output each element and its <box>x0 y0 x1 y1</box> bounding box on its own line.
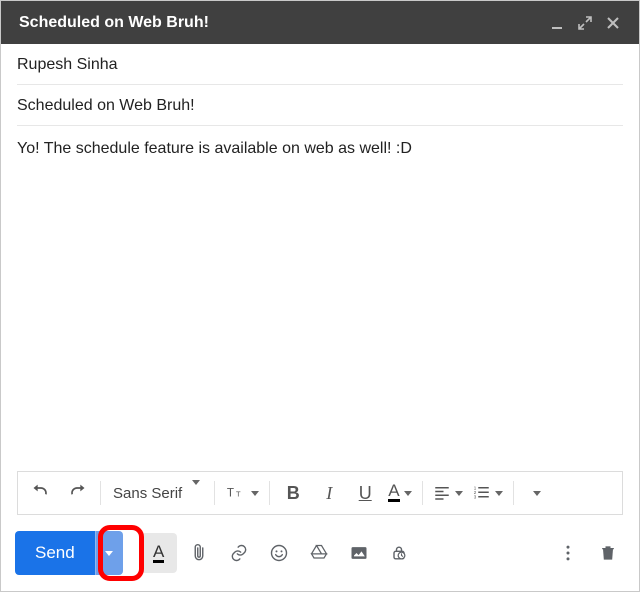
expand-button[interactable] <box>571 9 599 37</box>
separator <box>422 481 423 505</box>
font-family-label: Sans Serif <box>113 485 182 502</box>
header-fields: Rupesh Sinha Scheduled on Web Bruh! <box>1 44 639 126</box>
more-options-button[interactable] <box>551 533 585 573</box>
underline-button[interactable]: U <box>348 475 382 511</box>
chevron-down-icon <box>105 551 113 556</box>
text-color-picker[interactable]: A <box>384 475 415 511</box>
compose-action-icons: A <box>141 533 417 573</box>
send-options-button[interactable] <box>95 531 123 575</box>
list-picker[interactable]: 123 <box>469 475 507 511</box>
text-format-toggle[interactable]: A <box>141 533 177 573</box>
window-title: Scheduled on Web Bruh! <box>19 14 543 32</box>
undo-button[interactable] <box>24 475 58 511</box>
svg-text:T: T <box>227 486 234 499</box>
send-button[interactable]: Send <box>15 531 95 575</box>
separator <box>100 481 101 505</box>
svg-text:3: 3 <box>473 494 476 499</box>
separator <box>269 481 270 505</box>
more-formatting-button[interactable] <box>520 475 554 511</box>
italic-button[interactable]: I <box>312 475 346 511</box>
chevron-down-icon <box>455 491 463 496</box>
send-button-group: Send <box>15 531 123 575</box>
insert-drive-button[interactable] <box>301 533 337 573</box>
chevron-down-icon <box>192 485 200 502</box>
chevron-down-icon <box>533 491 541 496</box>
chevron-down-icon <box>404 491 412 496</box>
confidential-mode-button[interactable] <box>381 533 417 573</box>
insert-emoji-button[interactable] <box>261 533 297 573</box>
insert-link-button[interactable] <box>221 533 257 573</box>
separator <box>513 481 514 505</box>
attach-file-button[interactable] <box>181 533 217 573</box>
right-actions <box>551 533 625 573</box>
svg-text:T: T <box>236 489 241 498</box>
separator <box>214 481 215 505</box>
recipients-field[interactable]: Rupesh Sinha <box>17 44 623 85</box>
action-bar: Send A <box>1 525 639 591</box>
align-picker[interactable] <box>429 475 467 511</box>
chevron-down-icon <box>495 491 503 496</box>
minimize-button[interactable] <box>543 9 571 37</box>
subject-field[interactable]: Scheduled on Web Bruh! <box>17 85 623 126</box>
font-size-picker[interactable]: TT <box>221 475 263 511</box>
compose-window: Scheduled on Web Bruh! Rupesh Sinha Sche… <box>0 0 640 592</box>
font-family-picker[interactable]: Sans Serif <box>107 475 208 511</box>
formatting-toolbar: Sans Serif TT B I U A 123 <box>17 471 623 515</box>
message-body[interactable]: Yo! The schedule feature is available on… <box>1 126 639 471</box>
insert-photo-button[interactable] <box>341 533 377 573</box>
bold-button[interactable]: B <box>276 475 310 511</box>
discard-draft-button[interactable] <box>591 533 625 573</box>
title-bar: Scheduled on Web Bruh! <box>1 1 639 44</box>
redo-button[interactable] <box>60 475 94 511</box>
chevron-down-icon <box>251 491 259 496</box>
close-button[interactable] <box>599 9 627 37</box>
